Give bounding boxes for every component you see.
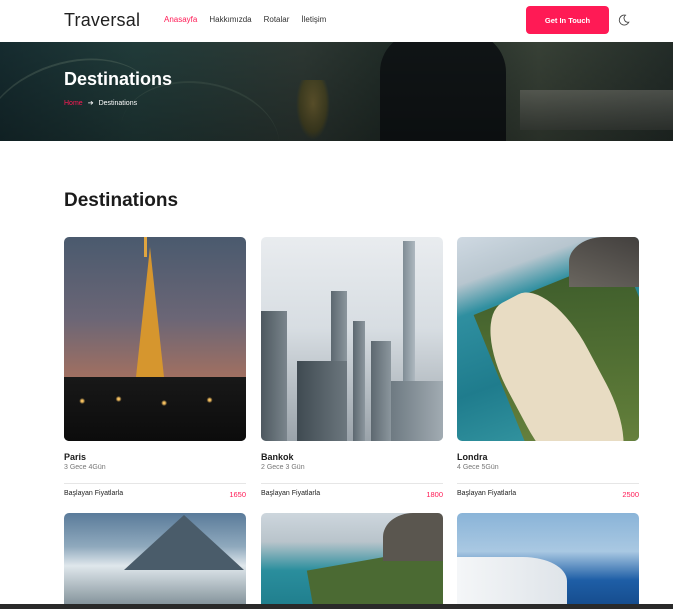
breadcrumb-home-link[interactable]: Home [64, 100, 83, 107]
skyscraper [261, 311, 287, 441]
destination-name[interactable]: Paris [64, 452, 86, 462]
destination-name[interactable]: Londra [457, 452, 488, 462]
destination-card-bankok[interactable]: Bankok 2 Gece 3 Gün Başlayan Fiyatlarla … [261, 237, 443, 499]
card-divider [457, 483, 639, 484]
price-from-label: Başlayan Fiyatlarla [457, 490, 517, 497]
nav-link-home[interactable]: Anasayfa [164, 15, 197, 24]
eiffel-tower [136, 247, 164, 377]
arrow-right-icon: ➔ [87, 100, 94, 107]
city-lights [64, 391, 246, 411]
destination-image[interactable] [261, 513, 443, 609]
skyscraper [353, 321, 365, 441]
skyscraper [391, 381, 443, 441]
breadcrumb-current: Destinations [98, 99, 138, 107]
section-title: Destinations [64, 190, 179, 211]
destination-duration: 2 Gece 3 Gün [261, 464, 305, 471]
nav-link-routes[interactable]: Rotalar [264, 15, 290, 24]
bottom-bar [0, 604, 673, 609]
destination-price: 1650 [229, 490, 246, 499]
destination-price: 2500 [622, 490, 639, 499]
nav-link-about[interactable]: Hakkımızda [209, 15, 251, 24]
destination-card[interactable] [64, 513, 246, 609]
whitewashed-houses [457, 557, 567, 609]
coast-mountain [569, 237, 639, 287]
card-divider [64, 483, 246, 484]
breadcrumb: Home ➔ Destinations [64, 99, 138, 108]
price-from-label: Başlayan Fiyatlarla [64, 490, 124, 497]
hero-overlay [0, 42, 673, 141]
destination-price: 1800 [426, 490, 443, 499]
destination-card[interactable] [457, 513, 639, 609]
destination-card[interactable] [261, 513, 443, 609]
destination-image-londra[interactable] [457, 237, 639, 441]
hero-banner: Destinations Home ➔ Destinations [0, 42, 673, 141]
get-in-touch-button[interactable]: Get In Touch [526, 6, 609, 34]
page-title: Destinations [64, 69, 173, 89]
destination-image[interactable] [457, 513, 639, 609]
skyscraper [371, 341, 391, 441]
skyscraper [297, 361, 347, 441]
destination-image[interactable] [64, 513, 246, 609]
site-header: Traversal Anasayfa Hakkımızda Rotalar İl… [0, 0, 673, 42]
moon-icon[interactable] [618, 14, 630, 26]
destination-image-bankok[interactable] [261, 237, 443, 441]
card-divider [261, 483, 443, 484]
destination-card-paris[interactable]: Paris 3 Gece 4Gün Başlayan Fiyatlarla 16… [64, 237, 246, 499]
destination-card-londra[interactable]: Londra 4 Gece 5Gün Başlayan Fiyatlarla 2… [457, 237, 639, 499]
nav-link-contact[interactable]: İletişim [301, 15, 326, 24]
destination-duration: 3 Gece 4Gün [64, 464, 106, 471]
main-nav: Anasayfa Hakkımızda Rotalar İletişim [164, 15, 338, 24]
destination-duration: 4 Gece 5Gün [457, 464, 499, 471]
coast-mountain [383, 513, 443, 561]
destination-name[interactable]: Bankok [261, 452, 294, 462]
brand-logo[interactable]: Traversal [64, 10, 140, 31]
mountain-peak [124, 515, 244, 570]
price-from-label: Başlayan Fiyatlarla [261, 490, 321, 497]
destination-image-paris[interactable] [64, 237, 246, 441]
